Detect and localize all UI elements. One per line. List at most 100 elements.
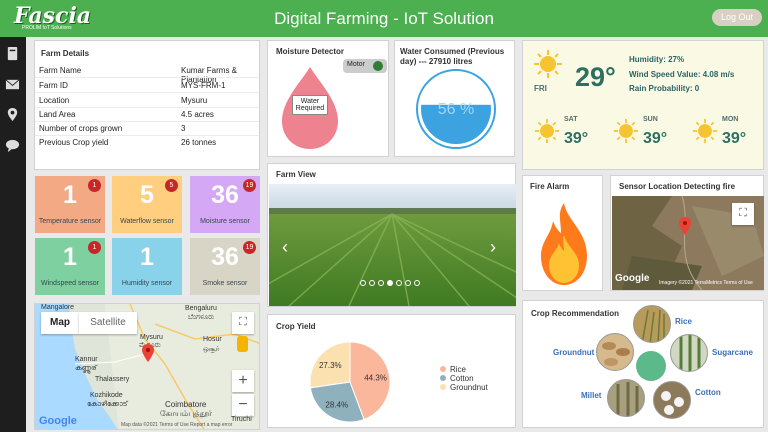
crop-label-rice: Rice	[675, 317, 692, 326]
google-logo: Google	[39, 415, 77, 427]
water-gauge: 56 %	[416, 69, 496, 149]
crop-yield-panel: Crop Yield 44.3% 28.4% 27.3% Rice Cotton Grou…	[267, 314, 516, 428]
humidity-sensor-tile[interactable]: 1 Humidity sensor	[112, 238, 182, 295]
fire-alarm-panel: Fire Alarm	[522, 175, 603, 291]
cotton-image	[653, 381, 691, 419]
crops-grown-label: Number of crops grown	[39, 124, 123, 133]
map-tab[interactable]: Map	[41, 312, 79, 334]
pie-data-label: 27.3%	[319, 361, 342, 370]
map-label: கோயம்புத்தூர்	[160, 409, 213, 418]
map-label: Kannur	[75, 356, 98, 363]
windspeed-sensor-tile[interactable]: 1 Windspeed sensor 1	[35, 238, 105, 295]
carousel-dot[interactable]	[405, 280, 411, 286]
legend-marker	[440, 375, 446, 381]
forecast-sat: SAT 39°	[526, 107, 602, 167]
fullscreen-icon[interactable]: ⛶	[732, 203, 754, 225]
satellite-tab[interactable]: Satellite	[79, 312, 137, 334]
logout-button[interactable]: Log Out	[712, 9, 762, 26]
divider	[35, 121, 259, 122]
waterflow-sensor-tile[interactable]: 5 Waterflow sensor 5	[112, 176, 182, 233]
moisture-sensor-tile[interactable]: 36 Moisture sensor 19	[190, 176, 260, 233]
crop-recommendation-panel: Crop Recommendation Rice Groundnut Sugar…	[522, 300, 764, 428]
smoke-sensor-tile[interactable]: 36 Smoke sensor 19	[190, 238, 260, 295]
sensor-label: Waterflow sensor	[120, 218, 174, 225]
moisture-status: Water Required	[292, 95, 328, 115]
forecast-day: MON	[722, 116, 739, 123]
farm-details-title: Farm Details	[41, 49, 90, 58]
google-logo: Google	[615, 273, 650, 284]
moisture-detector-panel: Moisture Detector Motor Water Required	[267, 40, 389, 157]
fire-location-panel: Sensor Location Detecting fire ⛶ Google …	[610, 175, 764, 291]
farm-id-value: MYS-FRM-1	[181, 81, 226, 90]
page-title: Digital Farming - IoT Solution	[274, 9, 494, 28]
alert-badge: 1	[88, 241, 101, 254]
chat-icon[interactable]	[5, 138, 20, 153]
legend-label[interactable]: Cotton	[450, 374, 474, 383]
wind-speed-value: Wind Speed Value: 4.08 m/s	[629, 70, 735, 79]
map-marker-icon[interactable]	[142, 344, 154, 362]
crop-label-sugarcane: Sugarcane	[712, 348, 753, 357]
forecast-day: SAT	[564, 116, 578, 123]
next-slide-icon[interactable]: ›	[490, 237, 496, 258]
center-circle	[636, 351, 666, 381]
crops-grown-value: 3	[181, 124, 186, 133]
map-label: Bengaluru	[185, 305, 217, 312]
crop-label-millet: Millet	[581, 391, 602, 400]
sensor-label: Humidity sensor	[121, 280, 173, 287]
carousel-dot[interactable]	[396, 280, 402, 286]
map-label: Kozhikode	[90, 392, 123, 399]
book-icon[interactable]	[5, 46, 20, 61]
humidity-value: Humidity: 27%	[629, 55, 685, 64]
carousel-dot[interactable]	[378, 280, 384, 286]
forecast-temp: 39°	[722, 130, 747, 147]
fullscreen-icon[interactable]: ⛶	[232, 312, 254, 334]
pegman-icon[interactable]	[237, 336, 248, 352]
forecast-day: SUN	[643, 116, 658, 123]
fire-alarm-title: Fire Alarm	[530, 182, 570, 191]
zoom-in-button[interactable]: +	[232, 370, 254, 392]
water-title: Water Consumed (Previous day) --- 27910 …	[400, 47, 505, 66]
sensor-label: Moisture sensor	[200, 218, 250, 225]
divider	[35, 92, 259, 93]
motor-toggle[interactable]: Motor	[343, 59, 387, 73]
land-area-label: Land Area	[39, 110, 76, 119]
sensor-label: Temperature sensor	[38, 218, 102, 225]
map-label: Hosur	[203, 336, 222, 343]
alert-badge: 1	[88, 179, 101, 192]
carousel-dot[interactable]	[387, 280, 393, 286]
previous-yield-label: Previous Crop yield	[39, 138, 109, 147]
map-pin-icon[interactable]	[5, 107, 20, 122]
toggle-knob	[373, 61, 383, 71]
sun-icon	[534, 50, 562, 78]
farm-view-title: Farm View	[276, 170, 316, 179]
temperature-sensor-tile[interactable]: 1 Temperature sensor 1	[35, 176, 105, 233]
legend-label[interactable]: Groundnut	[450, 383, 489, 392]
crop-yield-pie: 44.3% 28.4% 27.3% RiceCottonGroundnut	[309, 341, 489, 423]
crop-label-cotton: Cotton	[695, 388, 721, 397]
forecast-temp: 39°	[643, 130, 668, 147]
header-bar: Fascia PROLIM IoT Solutions Digital Farm…	[0, 0, 768, 37]
divider	[35, 135, 259, 136]
map-label: ஒசூர்	[203, 346, 220, 353]
rain-probability: Rain Probability: 0	[629, 84, 700, 93]
envelope-icon[interactable]	[5, 77, 20, 92]
map-label: ಬೆಂಗಳೂರು	[188, 314, 215, 321]
millet-image	[607, 379, 645, 417]
carousel-indicators[interactable]	[360, 280, 426, 288]
zoom-out-button[interactable]: −	[232, 394, 254, 416]
crop-rec-title: Crop Recommendation	[531, 309, 620, 318]
prev-slide-icon[interactable]: ‹	[282, 237, 288, 258]
carousel-dot[interactable]	[414, 280, 420, 286]
water-percent: 56 %	[438, 101, 474, 118]
legend-label[interactable]: Rice	[450, 365, 467, 374]
legend-marker	[440, 384, 446, 390]
map-marker-icon[interactable]	[679, 217, 691, 235]
map-footer: Map data ©2021 Terms of Use Report a map…	[121, 422, 233, 428]
sidebar	[0, 37, 26, 432]
sun-icon	[613, 118, 639, 144]
farm-id-label: Farm ID	[39, 81, 68, 90]
location-map[interactable]: Map Satellite ⛶ + − Mangalore Mysuru ಮೈಸ…	[34, 303, 260, 430]
carousel-dot[interactable]	[369, 280, 375, 286]
carousel-dot[interactable]	[360, 280, 366, 286]
sun-icon	[534, 118, 560, 144]
